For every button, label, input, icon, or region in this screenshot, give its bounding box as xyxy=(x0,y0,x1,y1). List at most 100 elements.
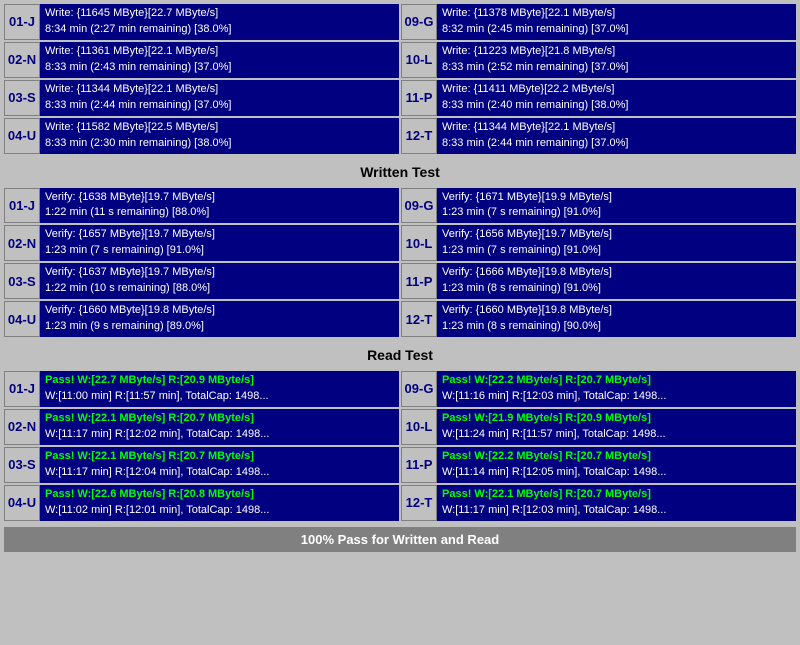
written-test-header: Written Test xyxy=(4,160,796,184)
write-line1-10l: Write: {11223 MByte}[21.8 MByte/s] xyxy=(442,44,791,60)
verify-line2-11p: 1:23 min (8 s remaining) [91.0%] xyxy=(442,281,791,297)
write-line1-03s: Write: {11344 MByte}[22.1 MByte/s] xyxy=(45,82,394,98)
verify-line1-12t: Verify: {1660 MByte}[19.8 MByte/s] xyxy=(442,303,791,319)
verify-line1-10l: Verify: {1656 MByte}[19.7 MByte/s] xyxy=(442,227,791,243)
write-line2-04u: 8:33 min (2:30 min remaining) [38.0%] xyxy=(45,136,394,152)
write-row-09g: 09-G Write: {11378 MByte}[22.1 MByte/s] … xyxy=(401,4,796,40)
write-data-03s: Write: {11344 MByte}[22.1 MByte/s] 8:33 … xyxy=(40,80,399,116)
vid-12t: 12-T xyxy=(401,301,437,337)
rid-11p: 11-P xyxy=(401,447,437,483)
verify-row-11p: 11-P Verify: {1666 MByte}[19.8 MByte/s] … xyxy=(401,263,796,299)
write-row-04u: 04-U Write: {11582 MByte}[22.5 MByte/s] … xyxy=(4,118,399,154)
read-line1-04u: Pass! W:[22.6 MByte/s] R:[20.8 MByte/s] xyxy=(45,487,394,503)
main-container: 01-J Write: {11645 MByte}[22.7 MByte/s] … xyxy=(0,0,800,556)
verify-line2-12t: 1:23 min (8 s remaining) [90.0%] xyxy=(442,319,791,335)
write-line2-02n: 8:33 min (2:43 min remaining) [37.0%] xyxy=(45,60,394,76)
verify-data-01j: Verify: {1638 MByte}[19.7 MByte/s] 1:22 … xyxy=(40,188,399,224)
write-data-11p: Write: {11411 MByte}[22.2 MByte/s] 8:33 … xyxy=(437,80,796,116)
vid-04u: 04-U xyxy=(4,301,40,337)
write-line1-04u: Write: {11582 MByte}[22.5 MByte/s] xyxy=(45,120,394,136)
read-line1-11p: Pass! W:[22.2 MByte/s] R:[20.7 MByte/s] xyxy=(442,449,791,465)
write-data-01j: Write: {11645 MByte}[22.7 MByte/s] 8:34 … xyxy=(40,4,399,40)
verify-line2-04u: 1:23 min (9 s remaining) [89.0%] xyxy=(45,319,394,335)
write-right-col: 09-G Write: {11378 MByte}[22.1 MByte/s] … xyxy=(401,4,796,156)
write-line1-09g: Write: {11378 MByte}[22.1 MByte/s] xyxy=(442,6,791,22)
read-data-03s: Pass! W:[22.1 MByte/s] R:[20.7 MByte/s] … xyxy=(40,447,399,483)
read-line1-12t: Pass! W:[22.1 MByte/s] R:[20.7 MByte/s] xyxy=(442,487,791,503)
id-03s: 03-S xyxy=(4,80,40,116)
read-data-01j: Pass! W:[22.7 MByte/s] R:[20.9 MByte/s] … xyxy=(40,371,399,407)
verify-line1-09g: Verify: {1671 MByte}[19.9 MByte/s] xyxy=(442,190,791,206)
vid-09g: 09-G xyxy=(401,188,437,224)
read-line2-11p: W:[11:14 min] R:[12:05 min], TotalCap: 1… xyxy=(442,465,791,481)
write-line2-09g: 8:32 min (2:45 min remaining) [37.0%] xyxy=(442,22,791,38)
verify-row-02n: 02-N Verify: {1657 MByte}[19.7 MByte/s] … xyxy=(4,225,399,261)
verify-data-12t: Verify: {1660 MByte}[19.8 MByte/s] 1:23 … xyxy=(437,301,796,337)
write-left-col: 01-J Write: {11645 MByte}[22.7 MByte/s] … xyxy=(4,4,399,156)
write-row-02n: 02-N Write: {11361 MByte}[22.1 MByte/s] … xyxy=(4,42,399,78)
rid-10l: 10-L xyxy=(401,409,437,445)
read-data-11p: Pass! W:[22.2 MByte/s] R:[20.7 MByte/s] … xyxy=(437,447,796,483)
read-row-03s: 03-S Pass! W:[22.1 MByte/s] R:[20.7 MByt… xyxy=(4,447,399,483)
rid-02n: 02-N xyxy=(4,409,40,445)
verify-test-section: 01-J Verify: {1638 MByte}[19.7 MByte/s] … xyxy=(4,188,796,340)
write-row-12t: 12-T Write: {11344 MByte}[22.1 MByte/s] … xyxy=(401,118,796,154)
verify-line1-02n: Verify: {1657 MByte}[19.7 MByte/s] xyxy=(45,227,394,243)
write-row-10l: 10-L Write: {11223 MByte}[21.8 MByte/s] … xyxy=(401,42,796,78)
vid-03s: 03-S xyxy=(4,263,40,299)
verify-data-03s: Verify: {1637 MByte}[19.7 MByte/s] 1:22 … xyxy=(40,263,399,299)
rid-09g: 09-G xyxy=(401,371,437,407)
id-10l: 10-L xyxy=(401,42,437,78)
id-02n: 02-N xyxy=(4,42,40,78)
vid-02n: 02-N xyxy=(4,225,40,261)
read-test-grid: 01-J Pass! W:[22.7 MByte/s] R:[20.9 MByt… xyxy=(4,371,796,523)
verify-line1-11p: Verify: {1666 MByte}[19.8 MByte/s] xyxy=(442,265,791,281)
verify-line1-04u: Verify: {1660 MByte}[19.8 MByte/s] xyxy=(45,303,394,319)
write-line2-10l: 8:33 min (2:52 min remaining) [37.0%] xyxy=(442,60,791,76)
read-line2-02n: W:[11:17 min] R:[12:02 min], TotalCap: 1… xyxy=(45,427,394,443)
verify-line1-03s: Verify: {1637 MByte}[19.7 MByte/s] xyxy=(45,265,394,281)
write-row-01j: 01-J Write: {11645 MByte}[22.7 MByte/s] … xyxy=(4,4,399,40)
verify-right-col: 09-G Verify: {1671 MByte}[19.9 MByte/s] … xyxy=(401,188,796,340)
id-01j: 01-J xyxy=(4,4,40,40)
verify-data-09g: Verify: {1671 MByte}[19.9 MByte/s] 1:23 … xyxy=(437,188,796,224)
write-line1-02n: Write: {11361 MByte}[22.1 MByte/s] xyxy=(45,44,394,60)
read-line1-02n: Pass! W:[22.1 MByte/s] R:[20.7 MByte/s] xyxy=(45,411,394,427)
read-test-header: Read Test xyxy=(4,343,796,367)
verify-line2-03s: 1:22 min (10 s remaining) [88.0%] xyxy=(45,281,394,297)
read-data-02n: Pass! W:[22.1 MByte/s] R:[20.7 MByte/s] … xyxy=(40,409,399,445)
write-data-10l: Write: {11223 MByte}[21.8 MByte/s] 8:33 … xyxy=(437,42,796,78)
id-09g: 09-G xyxy=(401,4,437,40)
verify-data-04u: Verify: {1660 MByte}[19.8 MByte/s] 1:23 … xyxy=(40,301,399,337)
verify-data-02n: Verify: {1657 MByte}[19.7 MByte/s] 1:23 … xyxy=(40,225,399,261)
write-row-03s: 03-S Write: {11344 MByte}[22.1 MByte/s] … xyxy=(4,80,399,116)
write-test-grid: 01-J Write: {11645 MByte}[22.7 MByte/s] … xyxy=(4,4,796,156)
write-test-section: 01-J Write: {11645 MByte}[22.7 MByte/s] … xyxy=(4,4,796,156)
read-row-09g: 09-G Pass! W:[22.2 MByte/s] R:[20.7 MByt… xyxy=(401,371,796,407)
write-line1-11p: Write: {11411 MByte}[22.2 MByte/s] xyxy=(442,82,791,98)
id-11p: 11-P xyxy=(401,80,437,116)
read-row-01j: 01-J Pass! W:[22.7 MByte/s] R:[20.9 MByt… xyxy=(4,371,399,407)
read-line1-03s: Pass! W:[22.1 MByte/s] R:[20.7 MByte/s] xyxy=(45,449,394,465)
id-12t: 12-T xyxy=(401,118,437,154)
read-row-02n: 02-N Pass! W:[22.1 MByte/s] R:[20.7 MByt… xyxy=(4,409,399,445)
write-data-12t: Write: {11344 MByte}[22.1 MByte/s] 8:33 … xyxy=(437,118,796,154)
write-line1-12t: Write: {11344 MByte}[22.1 MByte/s] xyxy=(442,120,791,136)
read-line1-10l: Pass! W:[21.9 MByte/s] R:[20.9 MByte/s] xyxy=(442,411,791,427)
rid-04u: 04-U xyxy=(4,485,40,521)
write-line2-11p: 8:33 min (2:40 min remaining) [38.0%] xyxy=(442,98,791,114)
write-data-09g: Write: {11378 MByte}[22.1 MByte/s] 8:32 … xyxy=(437,4,796,40)
verify-data-10l: Verify: {1656 MByte}[19.7 MByte/s] 1:23 … xyxy=(437,225,796,261)
write-data-04u: Write: {11582 MByte}[22.5 MByte/s] 8:33 … xyxy=(40,118,399,154)
vid-01j: 01-J xyxy=(4,188,40,224)
verify-row-09g: 09-G Verify: {1671 MByte}[19.9 MByte/s] … xyxy=(401,188,796,224)
write-data-02n: Write: {11361 MByte}[22.1 MByte/s] 8:33 … xyxy=(40,42,399,78)
write-line1-01j: Write: {11645 MByte}[22.7 MByte/s] xyxy=(45,6,394,22)
id-04u: 04-U xyxy=(4,118,40,154)
write-line2-12t: 8:33 min (2:44 min remaining) [37.0%] xyxy=(442,136,791,152)
read-line2-01j: W:[11:00 min] R:[11:57 min], TotalCap: 1… xyxy=(45,389,394,405)
vid-10l: 10-L xyxy=(401,225,437,261)
verify-line2-10l: 1:23 min (7 s remaining) [91.0%] xyxy=(442,243,791,259)
read-line2-12t: W:[11:17 min] R:[12:03 min], TotalCap: 1… xyxy=(442,503,791,519)
read-data-09g: Pass! W:[22.2 MByte/s] R:[20.7 MByte/s] … xyxy=(437,371,796,407)
